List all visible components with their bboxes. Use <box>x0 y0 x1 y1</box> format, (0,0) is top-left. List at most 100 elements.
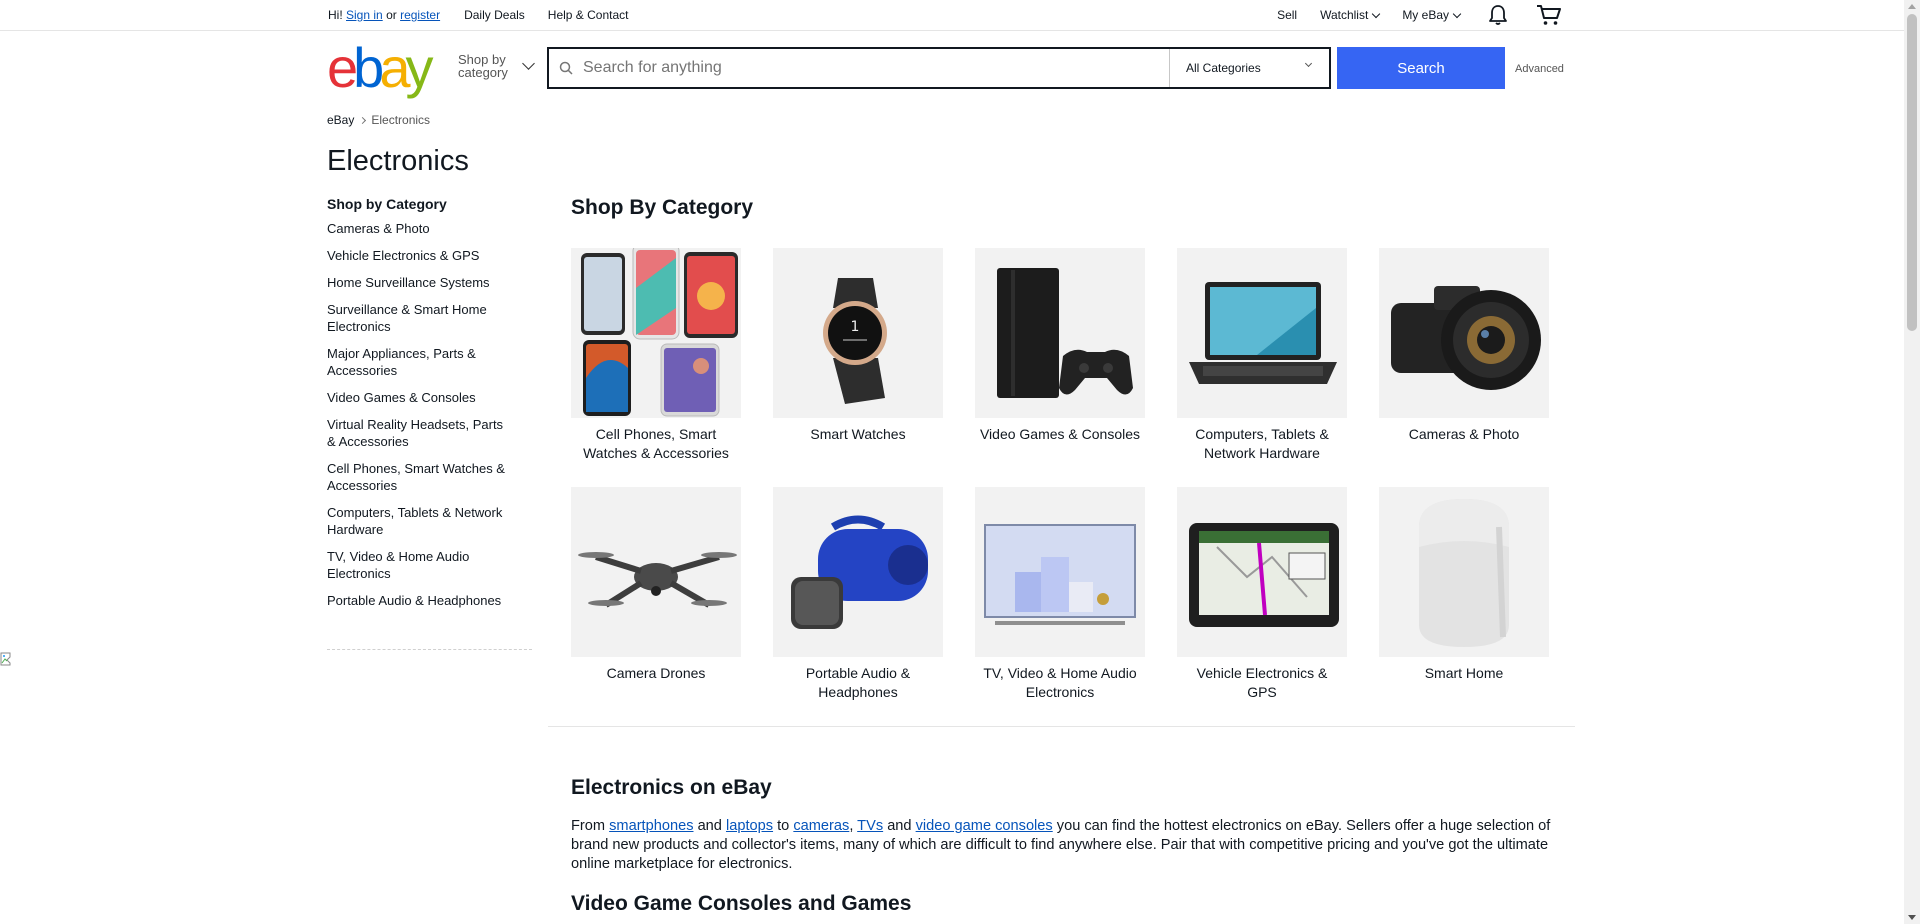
category-card-smart-home[interactable]: Smart Home <box>1379 487 1549 726</box>
category-label: Computers, Tablets & Network Hardware <box>1195 426 1329 461</box>
bell-icon[interactable] <box>1486 3 1510 27</box>
text-segment: and <box>887 818 912 834</box>
breadcrumb-home[interactable]: eBay <box>327 113 354 127</box>
section-divider <box>548 726 1575 727</box>
category-card-cameras[interactable]: Cameras & Photo <box>1379 248 1549 487</box>
category-card-drones[interactable]: Camera Drones <box>571 487 741 726</box>
greeting-prefix: Hi! <box>328 8 343 22</box>
category-select[interactable]: All Categories <box>1169 49 1329 87</box>
breadcrumb: eBay Electronics <box>327 113 430 127</box>
scrollbar-thumb[interactable] <box>1907 14 1917 331</box>
tv-image <box>975 487 1145 657</box>
speaker-image <box>773 487 943 657</box>
sidebar-item-cameras-photo[interactable]: Cameras & Photo <box>327 220 512 237</box>
category-card-computers[interactable]: Computers, Tablets & Network Hardware <box>1177 248 1347 487</box>
watchlist-menu[interactable]: Watchlist <box>1320 8 1381 22</box>
laptops-link[interactable]: laptops <box>726 818 773 834</box>
sidebar-item-cell-phones[interactable]: Cell Phones, Smart Watches & Accessories <box>327 460 512 494</box>
search-bar: All Categories <box>547 47 1331 89</box>
scroll-up-arrow-icon[interactable] <box>1908 4 1916 9</box>
top-nav-left: Hi! Sign in or register Daily Deals Help… <box>328 8 652 22</box>
video-game-consoles-title: Video Game Consoles and Games <box>571 892 912 915</box>
header: ebay Shop by category All Categories Sea… <box>0 31 1904 103</box>
advanced-search-link[interactable]: Advanced <box>1515 63 1564 75</box>
laptop-image <box>1177 248 1347 418</box>
shop-by-category-button[interactable]: Shop by category <box>458 53 535 79</box>
electronics-description: From smartphones and laptops to cameras,… <box>571 817 1561 874</box>
help-contact-link[interactable]: Help & Contact <box>548 8 629 22</box>
category-label: Vehicle Electronics & GPS <box>1196 665 1328 700</box>
text-segment: and <box>697 818 722 834</box>
video-game-consoles-link[interactable]: video game consoles <box>916 818 1053 834</box>
smartphones-link[interactable]: smartphones <box>609 818 693 834</box>
watchlist-label: Watchlist <box>1320 8 1369 22</box>
console-image <box>975 248 1145 418</box>
category-label: Smart Watches <box>810 426 906 442</box>
logo-letter-e: e <box>327 36 358 99</box>
category-grid: Cell Phones, Smart Watches & Accessories… <box>571 248 1573 726</box>
sign-in-link[interactable]: Sign in <box>346 8 383 22</box>
top-nav-right: Sell Watchlist My eBay <box>1254 3 1562 27</box>
sidebar-item-vehicle-electronics[interactable]: Vehicle Electronics & GPS <box>327 247 512 264</box>
text-segment: From <box>571 818 606 834</box>
sidebar-item-home-surveillance[interactable]: Home Surveillance Systems <box>327 274 512 291</box>
breadcrumb-current: Electronics <box>371 113 431 127</box>
shop-by-category-title: Shop By Category <box>571 196 754 219</box>
sidebar-item-tv-video[interactable]: TV, Video & Home Audio Electronics <box>327 548 512 582</box>
phones-image <box>571 248 741 418</box>
category-card-gps[interactable]: Vehicle Electronics & GPS <box>1177 487 1347 726</box>
sidebar-item-major-appliances[interactable]: Major Appliances, Parts & Accessories <box>327 345 512 379</box>
sidebar-item-portable-audio[interactable]: Portable Audio & Headphones <box>327 592 512 609</box>
search-button[interactable]: Search <box>1337 47 1505 89</box>
category-label: Cell Phones, Smart Watches & Accessories <box>583 426 729 461</box>
logo-letter-y: y <box>405 36 433 99</box>
category-card-smart-watches[interactable]: 1 Smart Watches <box>773 248 943 487</box>
search-input[interactable] <box>583 49 1169 87</box>
sidebar-item-surveillance-smart-home[interactable]: Surveillance & Smart Home Electronics <box>327 301 512 335</box>
category-label: TV, Video & Home Audio Electronics <box>983 665 1137 700</box>
smartwatch-image: 1 <box>773 248 943 418</box>
chevron-down-icon <box>1304 59 1313 68</box>
my-ebay-label: My eBay <box>1402 8 1449 22</box>
logo-letter-a: a <box>379 36 410 99</box>
category-label: Smart Home <box>1424 665 1504 681</box>
page-scrollbar[interactable] <box>1904 0 1920 924</box>
text-segment: to <box>777 818 790 834</box>
category-label: Cameras & Photo <box>1408 426 1520 442</box>
cameras-link[interactable]: cameras <box>793 818 849 834</box>
category-card-tv[interactable]: TV, Video & Home Audio Electronics <box>975 487 1145 726</box>
smart-speaker-image <box>1379 487 1549 657</box>
sidebar-item-virtual-reality[interactable]: Virtual Reality Headsets, Parts & Access… <box>327 416 512 450</box>
register-link[interactable]: register <box>400 8 440 22</box>
sidebar-list: Cameras & Photo Vehicle Electronics & GP… <box>327 220 532 609</box>
sidebar-divider <box>327 649 532 650</box>
my-ebay-menu[interactable]: My eBay <box>1402 8 1462 22</box>
top-nav-bar: Hi! Sign in or register Daily Deals Help… <box>0 0 1904 31</box>
scroll-down-arrow-icon[interactable] <box>1908 915 1916 920</box>
ebay-logo[interactable]: ebay <box>327 36 445 99</box>
text-segment: , <box>849 818 854 834</box>
chevron-down-icon <box>522 57 535 70</box>
search-icon <box>549 49 583 87</box>
category-select-value: All Categories <box>1186 61 1261 75</box>
daily-deals-link[interactable]: Daily Deals <box>464 8 525 22</box>
category-label: Video Games & Consoles <box>979 426 1141 442</box>
sidebar-item-computers[interactable]: Computers, Tablets & Network Hardware <box>327 504 512 538</box>
category-card-cell-phones[interactable]: Cell Phones, Smart Watches & Accessories <box>571 248 741 487</box>
svg-text:1: 1 <box>851 319 860 335</box>
chevron-down-icon <box>1452 9 1462 18</box>
gps-image <box>1177 487 1347 657</box>
top-nav-inner: Hi! Sign in or register Daily Deals Help… <box>328 0 1562 30</box>
tvs-link[interactable]: TVs <box>857 818 883 834</box>
sidebar-heading: Shop by Category <box>327 196 447 212</box>
category-card-portable-audio[interactable]: Portable Audio & Headphones <box>773 487 943 726</box>
sell-link[interactable]: Sell <box>1277 8 1297 22</box>
sidebar-item-video-games[interactable]: Video Games & Consoles <box>327 389 512 406</box>
drone-image <box>571 487 741 657</box>
category-label: Camera Drones <box>606 665 706 681</box>
cart-icon[interactable] <box>1536 3 1562 27</box>
category-label: Portable Audio & Headphones <box>805 665 911 700</box>
electronics-on-ebay-title: Electronics on eBay <box>571 776 772 799</box>
category-card-video-games[interactable]: Video Games & Consoles <box>975 248 1145 487</box>
or-text: or <box>386 8 397 22</box>
